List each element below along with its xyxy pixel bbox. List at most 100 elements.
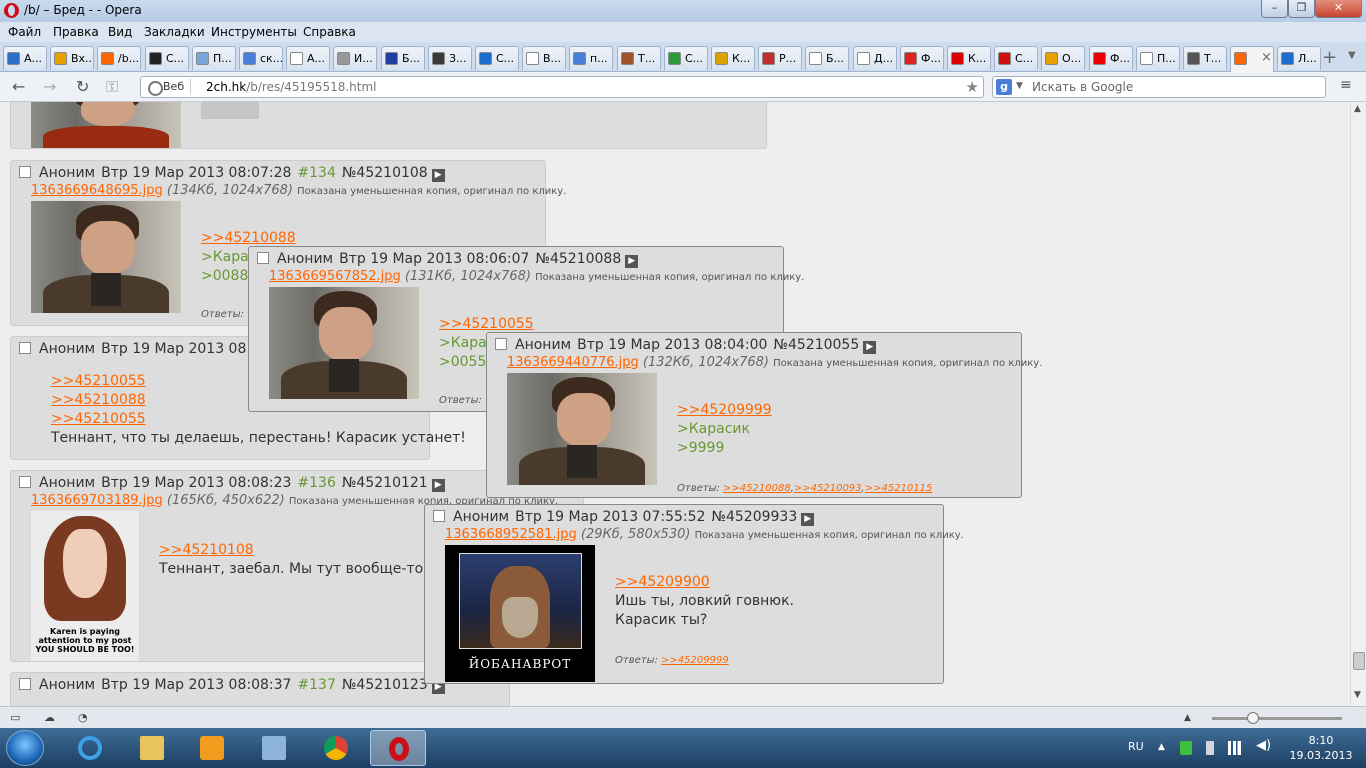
post-menu-icon[interactable]: ▶	[431, 169, 445, 182]
vertical-scrollbar[interactable]: ▲ ▼	[1350, 102, 1366, 706]
post-checkbox[interactable]	[19, 678, 31, 690]
signal-icon[interactable]	[1228, 741, 1244, 755]
bookmark-star-icon[interactable]: ★	[966, 78, 979, 96]
scroll-up-icon[interactable]: ▲	[1354, 104, 1361, 114]
taskbar-chrome[interactable]	[308, 730, 364, 766]
address-field[interactable]: Веб 2ch.hk/b/res/45195518.html ★	[140, 76, 984, 98]
post-checkbox[interactable]	[19, 166, 31, 178]
file-link[interactable]: 1363668952581.jpg	[445, 527, 577, 542]
start-button[interactable]	[6, 730, 44, 766]
post-number-link[interactable]: #136	[297, 475, 335, 491]
tab-27[interactable]: Л...	[1277, 46, 1321, 70]
tab-0[interactable]: А...	[3, 46, 47, 70]
reply-link[interactable]: >>45210115	[865, 483, 933, 494]
tab-13[interactable]: Т...	[617, 46, 661, 70]
post-menu-icon[interactable]: ▶	[801, 513, 815, 526]
minimize-button[interactable]: –	[1261, 0, 1288, 18]
tab-11[interactable]: В...	[522, 46, 566, 70]
tab-14[interactable]: С...	[664, 46, 708, 70]
post-thumbnail[interactable]	[507, 373, 657, 485]
tab-23[interactable]: Ф...	[1089, 46, 1133, 70]
post-id-link[interactable]: №45210123	[342, 677, 428, 693]
tab-9[interactable]: З...	[428, 46, 472, 70]
scroll-thumb[interactable]	[1353, 652, 1365, 670]
tab-19[interactable]: Ф...	[900, 46, 944, 70]
taskbar-opera[interactable]	[370, 730, 426, 766]
tab-8[interactable]: Б...	[381, 46, 425, 70]
post-thumbnail[interactable]	[31, 102, 181, 148]
tab-3[interactable]: С...	[145, 46, 189, 70]
menu-help[interactable]: Справка	[303, 25, 356, 39]
reply-link[interactable]: >>45210093	[794, 483, 862, 494]
tab-20[interactable]: К...	[947, 46, 991, 70]
reply-link[interactable]: >>45210055	[51, 410, 466, 429]
clock[interactable]: 8:10 19.03.2013	[1282, 733, 1360, 763]
reply-link[interactable]: >>45209900	[615, 573, 794, 592]
taskbar-network[interactable]	[246, 730, 302, 766]
reply-link[interactable]: >>45209999	[661, 655, 729, 666]
tray-expand-icon[interactable]: ▲	[1158, 742, 1170, 756]
post-number-link[interactable]: #137	[297, 677, 335, 693]
taskbar-media[interactable]	[184, 730, 240, 766]
taskbar-ie[interactable]	[62, 730, 118, 766]
maximize-button[interactable]: ❐	[1288, 0, 1315, 18]
post-checkbox[interactable]	[257, 252, 269, 264]
language-indicator[interactable]: RU	[1128, 740, 1144, 753]
chevron-down-icon[interactable]: ▼	[1016, 81, 1023, 91]
new-tab-icon[interactable]: +	[1322, 47, 1337, 68]
post-checkbox[interactable]	[433, 510, 445, 522]
scroll-down-icon[interactable]: ▼	[1354, 690, 1361, 700]
tab-22[interactable]: О...	[1041, 46, 1085, 70]
close-tab-icon[interactable]: ×	[1261, 50, 1272, 65]
tab-5[interactable]: ск...	[239, 46, 283, 70]
post-menu-icon[interactable]: ▶	[431, 479, 445, 492]
post-number-link[interactable]: #134	[297, 165, 335, 181]
battery-icon[interactable]	[1206, 741, 1214, 755]
tab-4[interactable]: П...	[192, 46, 236, 70]
tray-app-icon[interactable]	[1180, 741, 1192, 755]
menu-view[interactable]: Вид	[108, 25, 132, 39]
tab-26[interactable]: ×	[1230, 46, 1274, 72]
taskbar-explorer[interactable]	[124, 730, 180, 766]
speed-dial-menu-icon[interactable]: ≡	[1340, 77, 1352, 93]
menu-edit[interactable]: Правка	[53, 25, 99, 39]
tab-12[interactable]: п...	[569, 46, 613, 70]
menu-tools[interactable]: Инструменты	[211, 25, 297, 39]
tab-16[interactable]: Р...	[758, 46, 802, 70]
reply-link[interactable]: >>45209999	[677, 401, 772, 420]
reload-icon[interactable]: ↻	[76, 77, 89, 96]
post-checkbox[interactable]	[495, 338, 507, 350]
security-badge[interactable]: Веб	[145, 79, 192, 96]
view-options-icon[interactable]: ▲	[1184, 713, 1191, 723]
tab-10[interactable]: С...	[475, 46, 519, 70]
reply-link[interactable]: >>45210108	[159, 541, 423, 560]
volume-icon[interactable]: ◀)	[1256, 738, 1271, 753]
zoom-slider-track[interactable]	[1212, 717, 1342, 720]
menu-file[interactable]: Файл	[8, 25, 41, 39]
file-link[interactable]: 1363669440776.jpg	[507, 355, 639, 370]
post-id-link[interactable]: №45209933	[711, 509, 797, 525]
post-thumbnail[interactable]: Karen is paying attention to my post YOU S…	[31, 511, 139, 661]
post-menu-icon[interactable]: ▶	[863, 341, 877, 354]
forward-icon[interactable]: →	[43, 77, 56, 96]
tab-6[interactable]: А...	[286, 46, 330, 70]
reply-link[interactable]: >>45210088	[723, 483, 791, 494]
tab-1[interactable]: Вх...	[50, 46, 94, 70]
post-thumbnail[interactable]	[269, 287, 419, 399]
post-checkbox[interactable]	[19, 342, 31, 354]
close-button[interactable]: ✕	[1315, 0, 1362, 18]
post-checkbox[interactable]	[19, 476, 31, 488]
post-id-link[interactable]: №45210088	[535, 251, 621, 267]
tab-7[interactable]: И...	[333, 46, 377, 70]
file-link[interactable]: 1363669703189.jpg	[31, 493, 163, 508]
post-id-link[interactable]: №45210121	[342, 475, 428, 491]
tab-17[interactable]: Б...	[805, 46, 849, 70]
key-icon[interactable]: ⚿	[106, 77, 118, 97]
zoom-slider-knob[interactable]	[1247, 712, 1259, 724]
back-icon[interactable]: ←	[12, 77, 25, 96]
tab-25[interactable]: Т...	[1183, 46, 1227, 70]
search-field[interactable]: g ▼ Искать в Google	[992, 76, 1326, 98]
tab-21[interactable]: С...	[994, 46, 1038, 70]
post-thumbnail[interactable]	[31, 201, 181, 313]
tab-15[interactable]: К...	[711, 46, 755, 70]
